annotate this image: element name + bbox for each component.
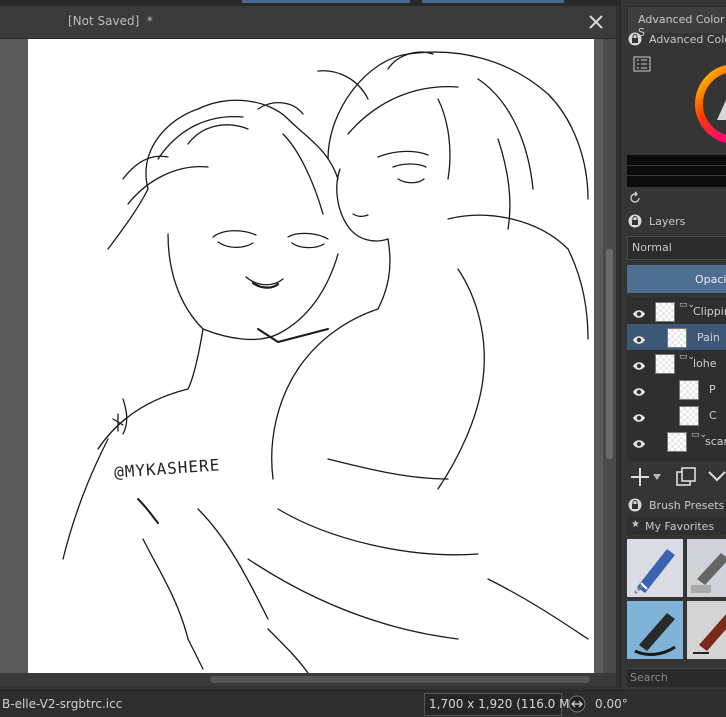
layer-row[interactable]: ▭⌄ lohe: [627, 350, 726, 376]
tab-advanced-color-selector[interactable]: Advanced Color S: [627, 6, 726, 39]
chevron-down-icon[interactable]: [707, 468, 726, 484]
duplicate-layer-icon[interactable]: [675, 466, 697, 488]
layer-row[interactable]: ▭⌄Clippin: [627, 298, 726, 324]
brush-preset[interactable]: [627, 601, 683, 659]
star-icon: ★: [631, 519, 640, 530]
image-dimensions: 1,700 x 1,920 (116.0 MiB): [429, 697, 586, 711]
layers-list[interactable]: ▭⌄ClippinPain▭⌄lohePC▭⌄scar: [627, 297, 726, 461]
color-wheel[interactable]: [695, 58, 726, 150]
layer-row[interactable]: C: [627, 402, 726, 428]
lock-icon[interactable]: [628, 32, 642, 46]
scrollbar-thumb[interactable]: [210, 676, 590, 683]
image-size-box[interactable]: 1,700 x 1,920 (116.0 MiB): [424, 693, 586, 716]
layer-thumbnail: [679, 406, 699, 426]
layer-row[interactable]: P: [627, 376, 726, 402]
visibility-eye-icon[interactable]: [632, 383, 646, 396]
refresh-icon[interactable]: [628, 191, 642, 205]
brush-presets-title: Brush Presets: [649, 499, 725, 512]
line-art-sketch: [62, 51, 589, 673]
add-layer-icon[interactable]: [629, 466, 651, 488]
group-folder-icon[interactable]: ▭⌄: [679, 301, 695, 319]
tab-indicator: [242, 0, 410, 3]
brush-preset[interactable]: [687, 601, 726, 659]
scrollbar-thumb[interactable]: [606, 249, 613, 459]
visibility-eye-icon[interactable]: [632, 409, 646, 422]
layers-title: Layers: [649, 215, 686, 228]
close-icon[interactable]: [586, 12, 606, 32]
layer-thumbnail: [679, 380, 699, 400]
visibility-eye-icon[interactable]: [632, 357, 646, 370]
search-placeholder: Search: [630, 671, 668, 684]
layer-name: Pain: [697, 331, 720, 344]
color-profile-label: B-elle-V2-srgbtrc.icc: [2, 697, 123, 711]
layer-toolbar: [627, 462, 726, 492]
visibility-eye-icon[interactable]: [632, 331, 646, 344]
document-title[interactable]: [Not Saved] *: [68, 14, 153, 28]
rotation-value: 0.00°: [595, 697, 628, 711]
layer-thumbnail: [655, 302, 675, 322]
group-folder-icon[interactable]: ▭⌄: [691, 431, 707, 449]
visibility-eye-icon[interactable]: [632, 435, 646, 448]
group-folder-icon[interactable]: ▭⌄: [679, 353, 695, 371]
canvas-page[interactable]: @MYKASHERE: [28, 39, 594, 673]
tab-indicator: [422, 0, 564, 3]
blend-mode-select[interactable]: Normal: [627, 236, 726, 260]
layer-name: P: [709, 383, 716, 396]
brush-search-input[interactable]: Search: [627, 668, 726, 687]
lock-icon[interactable]: [628, 214, 642, 228]
layer-name: C: [709, 409, 717, 422]
brush-preset-grid[interactable]: [627, 539, 726, 661]
document-tab-bar[interactable]: [Not Saved] *: [0, 6, 616, 39]
layer-row[interactable]: Pain: [627, 324, 726, 350]
brush-tag-label: My Favorites: [645, 520, 715, 533]
canvas-area[interactable]: @MYKASHERE: [0, 39, 616, 673]
horizontal-scrollbar[interactable]: [0, 673, 616, 686]
opacity-label: Opaci: [695, 273, 726, 286]
layer-name: lohe: [693, 357, 717, 370]
layer-thumbnail: [655, 354, 675, 374]
layer-name: Clippin: [693, 305, 726, 318]
layer-thumbnail: [667, 328, 687, 348]
lock-icon[interactable]: [628, 498, 642, 512]
chevron-down-icon[interactable]: [653, 474, 661, 480]
opacity-slider[interactable]: Opaci: [627, 265, 726, 293]
vertical-scrollbar[interactable]: [603, 39, 616, 673]
brush-preset[interactable]: [627, 539, 683, 597]
brush-tag-select[interactable]: ★ My Favorites: [627, 517, 726, 535]
visibility-eye-icon[interactable]: [632, 305, 646, 318]
layer-name: scar: [705, 435, 726, 448]
color-history-bars[interactable]: [627, 155, 726, 187]
right-dock: Advanced Color S Advanced Colo Layers No…: [620, 0, 726, 690]
list-icon[interactable]: [633, 56, 651, 72]
brush-preset[interactable]: [687, 539, 726, 597]
layer-thumbnail: [667, 432, 687, 452]
status-bar: B-elle-V2-srgbtrc.icc 1,700 x 1,920 (116…: [0, 690, 726, 717]
blend-mode-value: Normal: [632, 241, 672, 254]
color-panel-title: Advanced Colo: [649, 33, 726, 46]
layer-row[interactable]: ▭⌄ scar: [627, 428, 726, 454]
rotation-icon[interactable]: [568, 695, 586, 713]
